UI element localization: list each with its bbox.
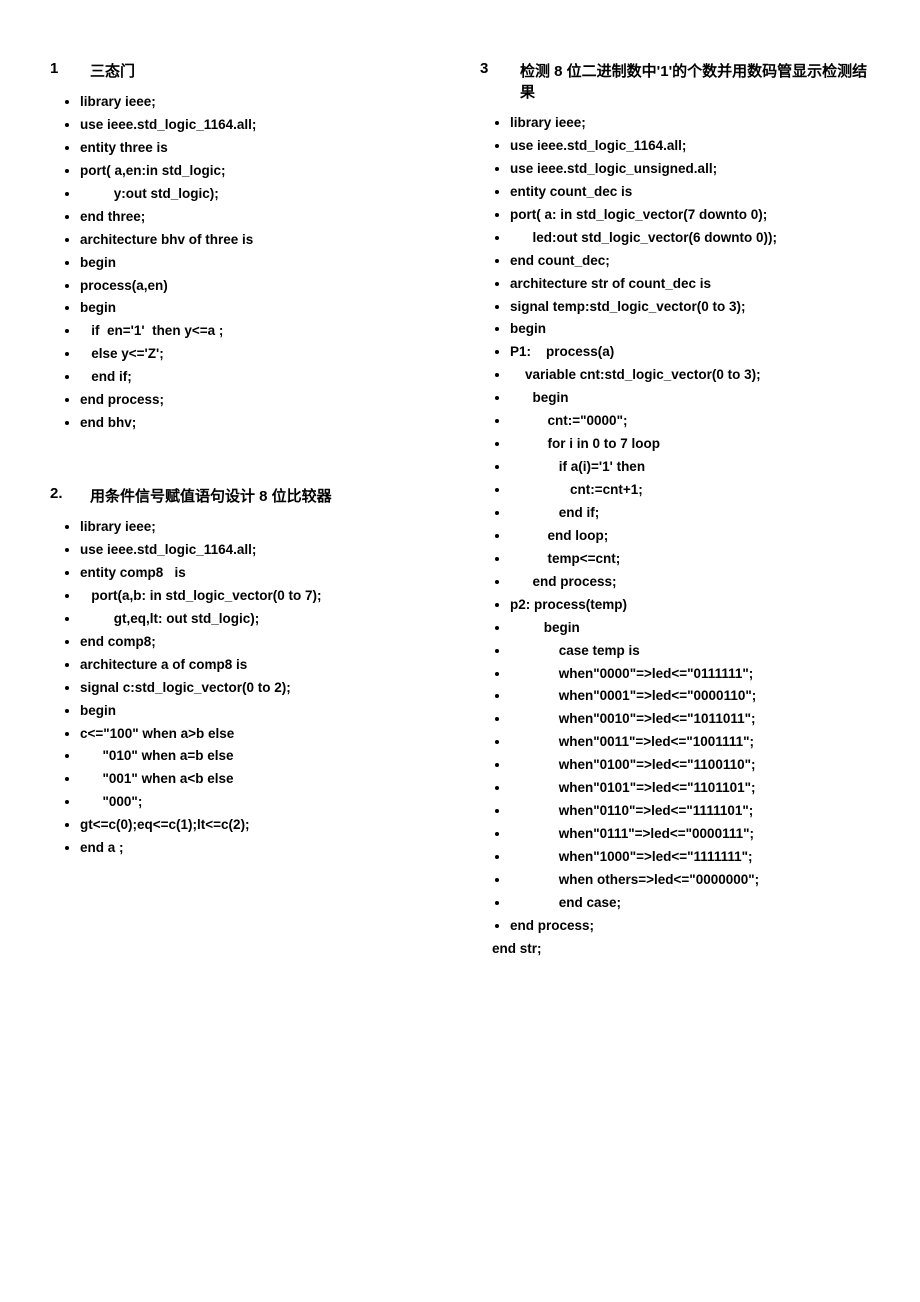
code-line: end if; <box>510 502 870 525</box>
code-line: end if; <box>80 366 440 389</box>
section-2-code: library ieee; use ieee.std_logic_1164.al… <box>50 516 440 860</box>
code-line: end comp8; <box>80 631 440 654</box>
section-2: 2. 用条件信号赋值语句设计 8 位比较器 library ieee; use … <box>50 485 440 860</box>
code-line: architecture str of count_dec is <box>510 273 870 296</box>
code-line: use ieee.std_logic_unsigned.all; <box>510 158 870 181</box>
code-line: else y<='Z'; <box>80 343 440 366</box>
code-line: library ieee; <box>80 91 440 114</box>
code-line: signal c:std_logic_vector(0 to 2); <box>80 677 440 700</box>
code-line: entity comp8 is <box>80 562 440 585</box>
code-line: entity count_dec is <box>510 181 870 204</box>
code-line: "010" when a=b else <box>80 745 440 768</box>
col-left: 1 三态门 library ieee; use ieee.std_logic_1… <box>50 60 440 1001</box>
code-line: signal temp:std_logic_vector(0 to 3); <box>510 296 870 319</box>
code-line: architecture a of comp8 is <box>80 654 440 677</box>
code-line: c<="100" when a>b else <box>80 723 440 746</box>
code-line: when"0011"=>led<="1001111"; <box>510 731 870 754</box>
code-line: begin <box>80 252 440 275</box>
code-line: P1: process(a) <box>510 341 870 364</box>
code-line: end str; <box>492 938 870 961</box>
code-line: y:out std_logic); <box>80 183 440 206</box>
code-line: when others=>led<="0000000"; <box>510 869 870 892</box>
code-line: end case; <box>510 892 870 915</box>
code-line: cnt:=cnt+1; <box>510 479 870 502</box>
code-line: port(a,b: in std_logic_vector(0 to 7); <box>80 585 440 608</box>
code-line: when"0000"=>led<="0111111"; <box>510 663 870 686</box>
code-line: when"0001"=>led<="0000110"; <box>510 685 870 708</box>
code-line: variable cnt:std_logic_vector(0 to 3); <box>510 364 870 387</box>
code-line: "001" when a<b else <box>80 768 440 791</box>
section-2-heading: 用条件信号赋值语句设计 8 位比较器 <box>90 485 332 506</box>
section-3-code: library ieee; use ieee.std_logic_1164.al… <box>480 112 870 961</box>
code-line: case temp is <box>510 640 870 663</box>
code-line: end process; <box>510 915 870 938</box>
section-1-title: 1 三态门 <box>50 60 440 81</box>
code-line: end three; <box>80 206 440 229</box>
section-2-num: 2. <box>50 485 70 502</box>
section-1-code: library ieee; use ieee.std_logic_1164.al… <box>50 91 440 435</box>
code-line: when"0111"=>led<="0000111"; <box>510 823 870 846</box>
code-line: temp<=cnt; <box>510 548 870 571</box>
code-line: process(a,en) <box>80 275 440 298</box>
code-line: entity three is <box>80 137 440 160</box>
code-line: if a(i)='1' then <box>510 456 870 479</box>
code-line: end count_dec; <box>510 250 870 273</box>
code-line: end bhv; <box>80 412 440 435</box>
code-line: begin <box>80 297 440 320</box>
code-line: when"0010"=>led<="1011011"; <box>510 708 870 731</box>
code-line: end process; <box>510 571 870 594</box>
col-right: 3 检测 8 位二进制数中'1'的个数并用数码管显示检测结果 library i… <box>480 60 870 1001</box>
code-line: p2: process(temp) <box>510 594 870 617</box>
section-1: 1 三态门 library ieee; use ieee.std_logic_1… <box>50 60 440 435</box>
section-3-heading: 检测 8 位二进制数中'1'的个数并用数码管显示检测结果 <box>520 60 870 102</box>
code-line: gt<=c(0);eq<=c(1);lt<=c(2); <box>80 814 440 837</box>
code-line: when"0100"=>led<="1100110"; <box>510 754 870 777</box>
code-line: begin <box>510 387 870 410</box>
code-line: architecture bhv of three is <box>80 229 440 252</box>
code-line: begin <box>510 617 870 640</box>
section-3-num: 3 <box>480 60 500 77</box>
code-line: gt,eq,lt: out std_logic); <box>80 608 440 631</box>
code-line: "000"; <box>80 791 440 814</box>
section-1-num: 1 <box>50 60 70 77</box>
code-line: port( a: in std_logic_vector(7 downto 0)… <box>510 204 870 227</box>
code-line: use ieee.std_logic_1164.all; <box>510 135 870 158</box>
section-2-title: 2. 用条件信号赋值语句设计 8 位比较器 <box>50 485 440 506</box>
code-line: use ieee.std_logic_1164.all; <box>80 114 440 137</box>
code-line: end process; <box>80 389 440 412</box>
code-line: cnt:="0000"; <box>510 410 870 433</box>
section-3-title: 3 检测 8 位二进制数中'1'的个数并用数码管显示检测结果 <box>480 60 870 102</box>
code-line: port( a,en:in std_logic; <box>80 160 440 183</box>
code-line: when"1000"=>led<="1111111"; <box>510 846 870 869</box>
code-line: led:out std_logic_vector(6 downto 0)); <box>510 227 870 250</box>
section-3: 3 检测 8 位二进制数中'1'的个数并用数码管显示检测结果 library i… <box>480 60 870 961</box>
code-line: if en='1' then y<=a ; <box>80 320 440 343</box>
code-line: when"0110"=>led<="1111101"; <box>510 800 870 823</box>
code-line: when"0101"=>led<="1101101"; <box>510 777 870 800</box>
code-line: begin <box>510 318 870 341</box>
code-line: end a ; <box>80 837 440 860</box>
code-line: library ieee; <box>510 112 870 135</box>
code-line: use ieee.std_logic_1164.all; <box>80 539 440 562</box>
code-line: for i in 0 to 7 loop <box>510 433 870 456</box>
code-line: begin <box>80 700 440 723</box>
code-line: library ieee; <box>80 516 440 539</box>
code-line: end loop; <box>510 525 870 548</box>
section-1-heading: 三态门 <box>90 60 135 81</box>
